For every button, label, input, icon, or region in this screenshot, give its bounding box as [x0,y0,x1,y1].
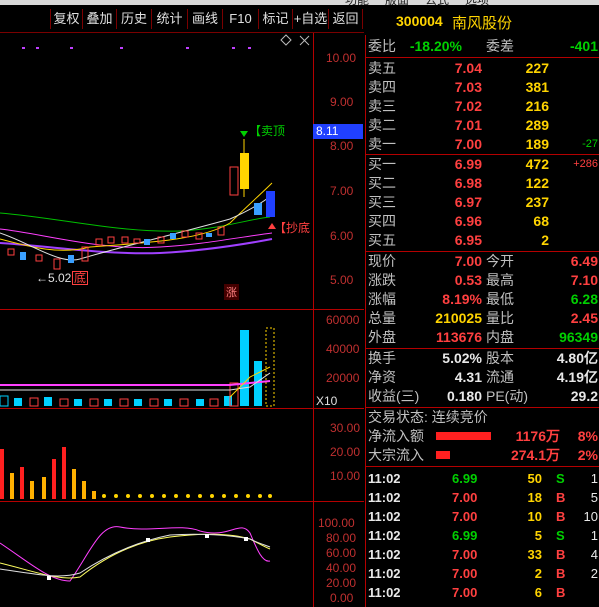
price-tick: 6.00 [330,229,354,243]
buy-bottom-label: 【抄底 [274,221,311,235]
indicator2-tick: 0.00 [330,591,354,605]
ma-line-yellow [0,182,273,251]
fundamental-row: 净资 4.31 流通 4.19亿 [368,369,598,385]
price-axis-line [313,33,314,607]
volume-tick: 60000 [326,313,360,327]
ask-row[interactable]: 卖二 7.01 289 [366,116,599,135]
chart-area[interactable]: 10.00 9.00 8.00 7.00 6.00 5.00 60000 400… [0,33,364,607]
stock-code: 300004 [396,13,443,29]
top-markers [22,47,251,49]
close-icon[interactable] [299,35,310,46]
sell-arrow-icon [240,131,248,137]
back-button[interactable]: 返回 [329,9,363,29]
indicator2-tick: 80.00 [326,531,357,545]
tick-row: 11:02 7.00 10 B 10 [368,509,598,524]
indicator2-tick: 60.00 [326,546,357,560]
divider-volume [0,309,364,310]
low-price-label: ←5.02 [36,271,72,285]
mark-button[interactable]: 标记 [259,9,293,29]
indicator2-tick: 20.00 [326,576,357,590]
chart-toolbar: 复权 叠加 历史 统计 画线 F10 标记 +自选 返回 [0,5,364,33]
current-price-marker: 8.11 [313,124,363,139]
draw-line-button[interactable]: 画线 [188,9,223,29]
indicator1-bars [0,447,96,499]
volume-tick: 20000 [326,371,360,385]
indicator2-tick: 100.00 [318,516,355,530]
committee-ratio-label: 委比 [368,38,396,54]
flow-row: 大宗流入 274.1万 2% [368,447,598,463]
bid-row[interactable]: 买三 6.97 237 [366,193,599,212]
indicator1-tick: 30.00 [330,421,361,435]
ask-row[interactable]: 卖四 7.03 381 [366,78,599,97]
divider-indicator1 [0,408,364,409]
ask-row[interactable]: 卖五 7.04 227 [366,59,599,78]
kline-chart-svg [0,34,310,582]
price-tick: 10.00 [326,51,357,65]
history-button[interactable]: 历史 [117,9,152,29]
indicator2-line-white [0,533,271,577]
stock-name: 南风股份 [452,15,513,32]
tick-row: 11:02 6.99 50 S 1 [368,471,598,486]
quote-row: 涨幅 8.19% 最低 6.28 [368,291,598,307]
indicator1-dots [102,494,272,498]
ask-row[interactable]: 卖三 7.02 216 [366,97,599,116]
overlay-button[interactable]: 叠加 [83,9,117,29]
indicator1-tick: 10.00 [330,469,361,483]
diamond-icon[interactable] [280,34,292,46]
quote-row: 涨跌 0.53 最高 7.10 [368,272,598,288]
indicator1-tick: 20.00 [330,445,361,459]
bid-row[interactable]: 买四 6.96 68 [366,212,599,231]
flow-bar [436,432,491,440]
trade-status: 交易状态: 连续竞价 [368,409,488,425]
price-tick: 9.00 [330,95,354,109]
committee-row: 委比 -18.20% 委差 -401 [366,37,599,56]
quote-row: 现价 7.00 今开 6.49 [368,253,598,269]
stock-header: 300004 南风股份 [366,5,599,35]
f10-button[interactable]: F10 [223,9,259,29]
divider-indicator2 [0,501,364,502]
divider [366,57,599,58]
ma-line-white [0,194,273,261]
arrow-left-icon: ← [36,271,48,285]
flow-row: 净流入额 1176万 8% [368,428,598,444]
fundamental-row: 换手 5.02% 股本 4.80亿 [368,350,598,366]
bid-row[interactable]: 买一 6.99 472 +286 [366,155,599,174]
low-tag: 底 [72,271,89,285]
volume-unit: X10 [316,394,338,408]
committee-ratio-value: -18.20% [409,38,462,54]
flow-bar [436,451,450,459]
fundamental-row: 收益(三) 0.180 PE(动) 29.2 [368,388,598,404]
statistics-button[interactable]: 统计 [152,9,188,29]
indicator2-line-yellow [0,533,271,579]
tick-row: 11:02 7.00 33 B 4 [368,547,598,562]
volume-tick: 40000 [326,342,360,356]
bid-row[interactable]: 买五 6.95 2 [366,231,599,250]
quote-panel: 委比 -18.20% 委差 -401 卖五 7.04 227 卖四 7.03 3… [365,35,599,607]
sell-top-label: 【卖顶 [249,124,286,138]
add-watchlist-button[interactable]: +自选 [293,9,329,29]
indicator2-markers [47,534,248,580]
bid-row[interactable]: 买二 6.98 122 [366,174,599,193]
quote-row: 总量 210025 量比 2.45 [368,310,598,326]
tick-row: 11:02 6.99 5 S 1 [368,528,598,543]
ask-row[interactable]: 卖一 7.00 189 -27 [366,135,599,154]
indicator2-tick: 40.00 [326,561,357,575]
up-tag: 涨 [224,284,239,300]
price-tick: 5.00 [330,273,354,287]
ma-line-green [0,212,271,232]
committee-diff-label: 委差 [486,38,514,54]
quote-row: 外盘 113676 内盘 96349 [368,329,598,345]
tick-row: 11:02 7.00 2 B 2 [368,566,598,581]
divider [366,466,599,467]
tick-row: 11:02 7.00 18 B 5 [368,490,598,505]
committee-diff-value: -401 [569,38,598,54]
ma-line-magenta [0,228,273,249]
price-tick: 7.00 [330,184,354,198]
tick-row: 11:02 7.00 6 B [368,585,566,600]
price-tick: 8.00 [330,139,354,153]
adjust-rights-button[interactable]: 复权 [50,9,83,29]
